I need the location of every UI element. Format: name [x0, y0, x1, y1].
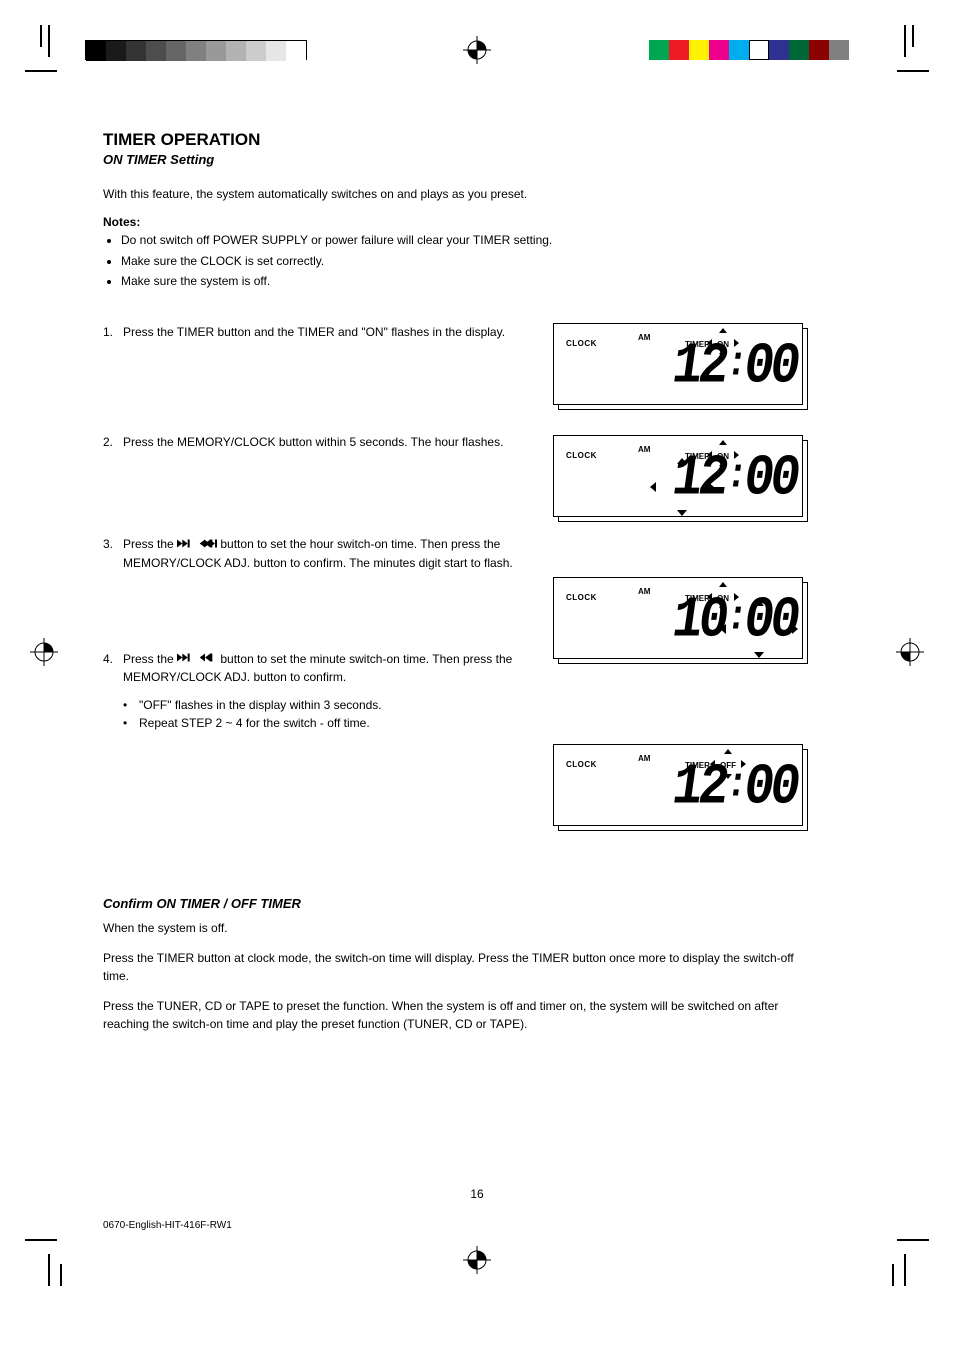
swatch — [729, 40, 749, 60]
lcd-clock-label: CLOCK — [566, 451, 597, 460]
step-text: Press the TIMER button and the TIMER and… — [123, 323, 539, 341]
swatch — [769, 40, 789, 60]
lcd-clock-label: CLOCK — [566, 760, 597, 769]
swatch — [689, 40, 709, 60]
lcd-time: 12:00 — [668, 334, 801, 400]
registration-target-icon — [896, 638, 924, 666]
swatch — [146, 41, 166, 61]
swatch — [86, 41, 106, 61]
step-text: Press the button to set the hour switch-… — [123, 535, 539, 572]
confirm-heading: Confirm ON TIMER / OFF TIMER — [103, 896, 823, 911]
crop-mark — [48, 1254, 50, 1286]
page-number: 16 — [470, 1187, 483, 1201]
swatch — [749, 40, 769, 60]
step-number: 4. — [103, 650, 117, 687]
note-item: Make sure the CLOCK is set correctly. — [121, 252, 823, 271]
swatch — [206, 41, 226, 61]
section-subtitle: ON TIMER Setting — [103, 152, 823, 167]
lcd-display: CLOCK AM TIMER OFF 12:00 — [553, 744, 803, 826]
swatch — [829, 40, 849, 60]
crop-mark — [892, 1264, 894, 1286]
swatch — [789, 40, 809, 60]
crop-mark — [40, 25, 42, 47]
calibration-grayscale-bar — [85, 40, 307, 60]
crop-mark — [25, 70, 57, 72]
step-number: 1. — [103, 323, 117, 341]
lcd-am-label: AM — [638, 445, 650, 454]
bullet: • — [123, 696, 133, 714]
registration-target-icon — [30, 638, 58, 666]
confirm-text: When the system is off. — [103, 919, 823, 937]
lcd-am-label: AM — [638, 333, 650, 342]
notes-list: Do not switch off POWER SUPPLY or power … — [103, 231, 823, 291]
confirm-text: Press the TUNER, CD or TAPE to preset th… — [103, 997, 823, 1033]
swatch — [126, 41, 146, 61]
lcd-am-label: AM — [638, 587, 650, 596]
lcd-display: CLOCK AM TIMER ON 10:00 — [553, 577, 803, 659]
lcd-display: CLOCK AM TIMER ON 12:00 — [553, 435, 803, 517]
step-number: 3. — [103, 535, 117, 572]
swatch — [186, 41, 206, 61]
skip-buttons-icon — [177, 650, 217, 668]
swatch — [809, 40, 829, 60]
lcd-clock-label: CLOCK — [566, 339, 597, 348]
crop-mark — [904, 1254, 906, 1286]
crop-mark — [25, 1239, 57, 1241]
page-title: TIMER OPERATION — [103, 130, 823, 150]
swatch — [669, 40, 689, 60]
confirm-text: Press the TIMER button at clock mode, th… — [103, 949, 823, 985]
footer-doc-id: 0670-English-HIT-416F-RW1 — [103, 1220, 232, 1231]
bullet: • — [123, 714, 133, 732]
lcd-clock-label: CLOCK — [566, 593, 597, 602]
swatch — [266, 41, 286, 61]
swatch — [286, 41, 306, 61]
crop-mark — [897, 70, 929, 72]
swatch — [649, 40, 669, 60]
swatch — [106, 41, 126, 61]
crop-mark — [48, 25, 50, 57]
swatch — [166, 41, 186, 61]
note-item: Do not switch off POWER SUPPLY or power … — [121, 231, 823, 250]
page-content: TIMER OPERATION ON TIMER Setting With th… — [103, 130, 823, 1045]
registration-target-icon — [463, 36, 491, 64]
intro-text: With this feature, the system automatica… — [103, 185, 823, 203]
skip-buttons-icon — [177, 536, 217, 554]
crop-mark — [60, 1264, 62, 1286]
lcd-display: CLOCK AM TIMER ON 12:00 — [553, 323, 803, 405]
crop-mark — [897, 1239, 929, 1241]
registration-target-icon — [463, 1246, 491, 1274]
step-text: Press the MEMORY/CLOCK button within 5 s… — [123, 433, 539, 451]
swatch — [709, 40, 729, 60]
note-item: Make sure the system is off. — [121, 272, 823, 291]
calibration-color-bar — [649, 40, 849, 60]
swatch — [246, 41, 266, 61]
substep-text: Repeat STEP 2 ~ 4 for the switch - off t… — [139, 714, 539, 732]
notes-label: Notes: — [103, 215, 823, 229]
lcd-am-label: AM — [638, 754, 650, 763]
step-text: Press the button to set the minute switc… — [123, 650, 539, 687]
lcd-time: 12:00 — [668, 755, 801, 821]
step-number: 2. — [103, 433, 117, 451]
swatch — [226, 41, 246, 61]
substep-text: "OFF" flashes in the display within 3 se… — [139, 696, 539, 714]
crop-mark — [904, 25, 906, 57]
crop-mark — [912, 25, 914, 47]
